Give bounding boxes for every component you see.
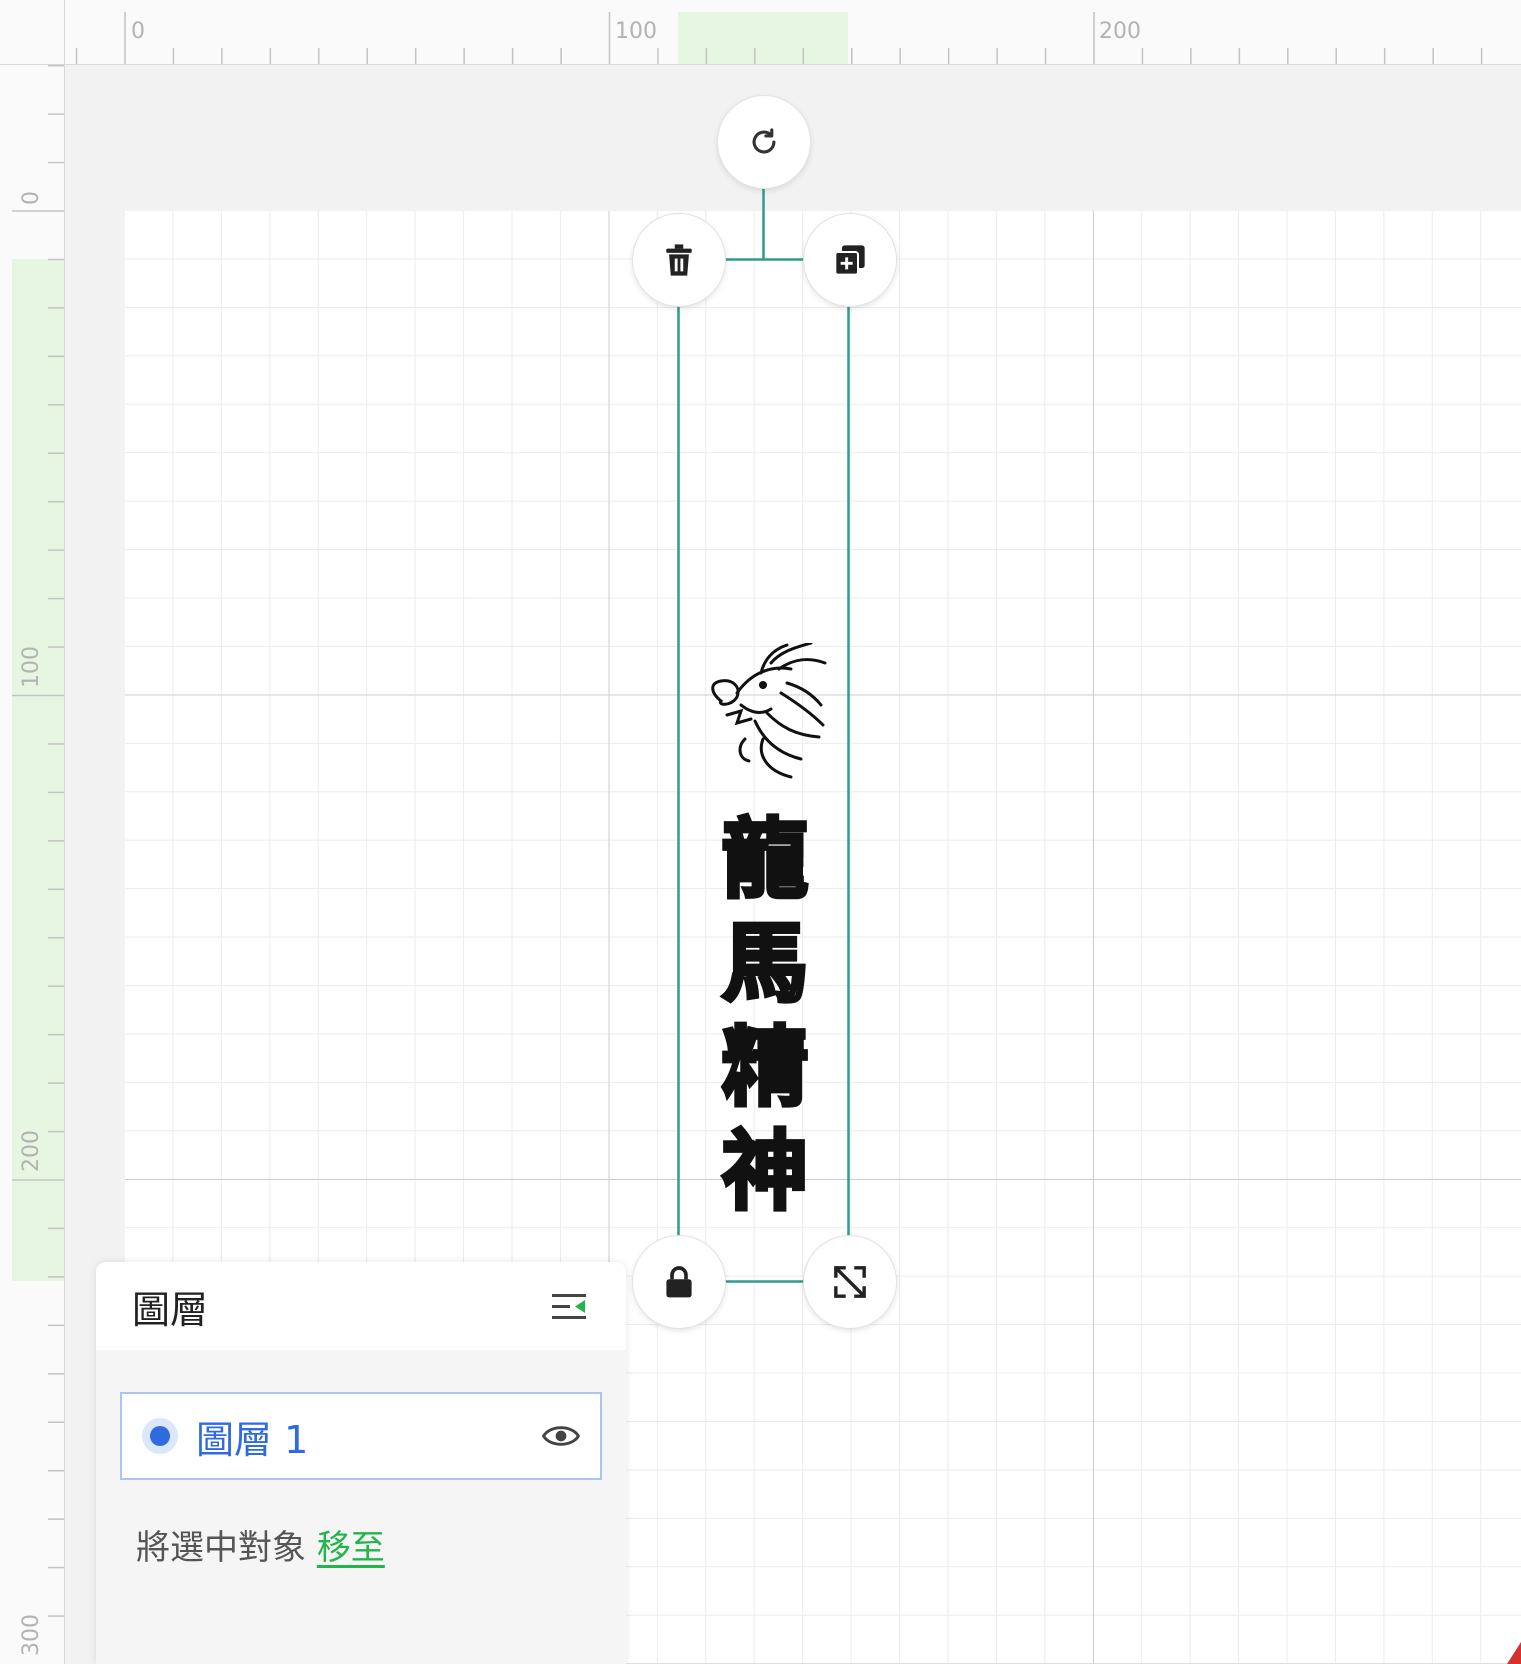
artwork-text[interactable]: 龍 馬 精 神 bbox=[680, 808, 850, 1224]
move-selection-line: 將選中對象 移至 bbox=[136, 1520, 385, 1569]
ruler-left-highlight bbox=[12, 259, 64, 1281]
delete-button[interactable] bbox=[632, 213, 726, 307]
dragon-head-image[interactable] bbox=[701, 643, 829, 783]
duplicate-icon bbox=[834, 245, 865, 276]
collapse-panel-icon[interactable] bbox=[552, 1291, 586, 1321]
ruler-left-label: 100 bbox=[19, 646, 44, 688]
trash-icon bbox=[666, 244, 692, 276]
corner-marker bbox=[1507, 1642, 1521, 1664]
duplicate-button[interactable] bbox=[803, 213, 897, 307]
lock-button[interactable] bbox=[632, 1235, 726, 1329]
eye-icon[interactable] bbox=[542, 1423, 580, 1449]
rotate-icon bbox=[752, 128, 776, 154]
ruler-top-label: 0 bbox=[131, 19, 145, 44]
lock-icon bbox=[666, 1266, 692, 1298]
resize-icon bbox=[834, 1266, 866, 1298]
move-to-link[interactable]: 移至 bbox=[317, 1528, 385, 1568]
ruler-top-label: 100 bbox=[615, 19, 657, 44]
ruler-left-label: 0 bbox=[19, 191, 44, 205]
resize-button[interactable] bbox=[803, 1235, 897, 1329]
layers-panel-title: 圖層 bbox=[132, 1287, 209, 1332]
layer-item[interactable]: 圖層 1 bbox=[120, 1392, 602, 1480]
layer-select-radio[interactable] bbox=[142, 1418, 178, 1454]
ruler-top-highlight bbox=[678, 12, 848, 64]
layers-panel: 圖層 圖層 1 將選中對象 移至 bbox=[96, 1262, 626, 1664]
ruler-top-label: 200 bbox=[1099, 19, 1141, 44]
ruler-left-label: 200 bbox=[19, 1130, 44, 1172]
layers-panel-header: 圖層 bbox=[96, 1262, 626, 1350]
rotate-button[interactable] bbox=[717, 95, 811, 189]
layer-name: 圖層 1 bbox=[196, 1417, 309, 1462]
layer-select-dot bbox=[150, 1426, 170, 1446]
ruler-left-label: 300 bbox=[19, 1614, 44, 1656]
move-selection-label: 將選中對象 bbox=[136, 1528, 317, 1568]
